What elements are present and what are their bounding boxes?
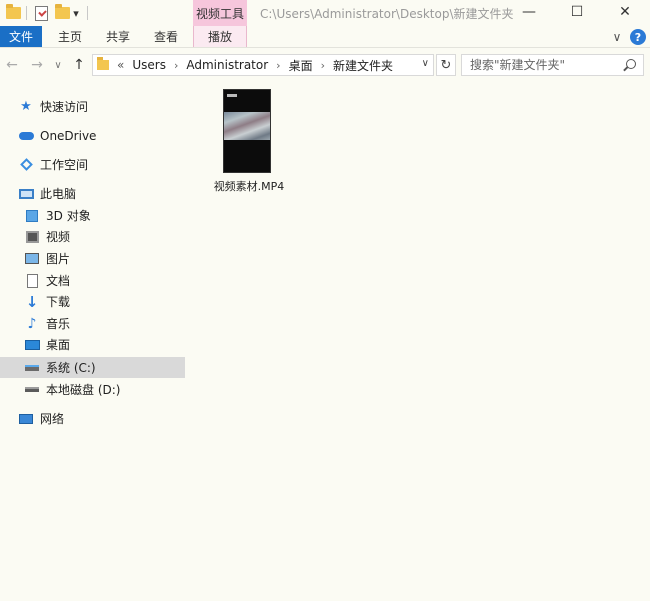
quick-access-separator: [87, 6, 88, 20]
nav-item-label: 系统 (C:): [46, 361, 96, 375]
nav-music[interactable]: ♪ 音乐: [0, 313, 185, 334]
properties-icon[interactable]: [31, 3, 51, 23]
breadcrumb-overflow[interactable]: «: [117, 58, 124, 72]
breadcrumb-new-folder[interactable]: 新建文件夹: [333, 57, 393, 74]
document-icon: [24, 273, 40, 288]
forward-button[interactable]: →: [28, 55, 46, 75]
minimize-button[interactable]: —: [505, 0, 553, 24]
nav-item-label: 视频: [46, 230, 71, 244]
nav-item-label: 本地磁盘 (D:): [46, 383, 121, 397]
search-input[interactable]: [470, 55, 620, 75]
refresh-button[interactable]: ↻: [436, 54, 456, 76]
nav-onedrive[interactable]: OneDrive: [0, 125, 185, 146]
nav-item-label: 音乐: [46, 317, 71, 331]
nav-item-label: 工作空间: [40, 158, 89, 172]
title-bar: ▾ 视频工具 C:\Users\Administrator\Desktop\新建…: [0, 0, 650, 26]
close-button[interactable]: ✕: [601, 0, 649, 24]
tab-home[interactable]: 主页: [50, 26, 90, 47]
nav-drive-d[interactable]: 本地磁盘 (D:): [0, 379, 185, 400]
nav-downloads[interactable]: ↓ 下载: [0, 291, 185, 312]
up-button[interactable]: ↑: [70, 55, 88, 75]
file-item-video[interactable]: 视频素材.MP4: [206, 88, 292, 198]
picture-icon: [24, 252, 40, 266]
address-row: ← → ∨ ↑ « Users › Administrator › 桌面 › 新…: [0, 52, 650, 78]
workspace-icon: [18, 158, 34, 172]
network-icon: [18, 412, 34, 426]
tab-view[interactable]: 查看: [146, 26, 186, 47]
file-name-label: 视频素材.MP4: [213, 180, 285, 193]
nav-item-label: 文档: [46, 274, 71, 288]
computer-icon: [18, 187, 34, 201]
nav-item-label: OneDrive: [40, 128, 97, 143]
nav-desktop[interactable]: 桌面: [0, 334, 185, 355]
nav-item-label: 3D 对象: [46, 209, 91, 223]
customize-quick-access-button[interactable]: ▾: [70, 3, 82, 23]
expand-ribbon-button[interactable]: ∨: [610, 26, 624, 47]
video-tools-tab-group: 视频工具: [193, 0, 247, 26]
nav-item-label: 下载: [46, 295, 71, 309]
address-dropdown-button[interactable]: ∨: [422, 58, 429, 69]
window-title: C:\Users\Administrator\Desktop\新建文件夹: [260, 7, 514, 21]
folder-icon: [3, 3, 23, 23]
tab-share[interactable]: 共享: [98, 26, 138, 47]
video-thumbnail-icon: [223, 89, 271, 173]
help-icon[interactable]: ?: [630, 29, 646, 45]
nav-videos[interactable]: 视频: [0, 226, 185, 247]
desktop-icon: [24, 338, 40, 352]
search-box[interactable]: [461, 54, 644, 76]
nav-3d-objects[interactable]: 3D 对象: [0, 205, 185, 226]
nav-item-label: 图片: [46, 252, 71, 266]
breadcrumb-users[interactable]: Users: [132, 58, 166, 72]
breadcrumb-administrator[interactable]: Administrator: [186, 58, 268, 72]
ribbon-tabs: 文件 主页 共享 查看 播放 ∨ ?: [0, 26, 650, 48]
back-button[interactable]: ←: [3, 55, 21, 75]
cloud-icon: [18, 129, 34, 143]
nav-item-label: 快速访问: [40, 100, 89, 114]
nav-quick-access[interactable]: ★ 快速访问: [0, 96, 185, 117]
nav-network[interactable]: 网络: [0, 408, 185, 429]
drive-icon: [24, 383, 40, 397]
nav-item-label: 网络: [40, 412, 65, 426]
drive-icon: [24, 361, 40, 375]
folder-icon: [97, 57, 109, 70]
nav-drive-c[interactable]: 系统 (C:): [0, 357, 185, 378]
recent-locations-button[interactable]: ∨: [52, 55, 64, 75]
breadcrumb-separator[interactable]: ›: [321, 59, 325, 72]
address-bar[interactable]: « Users › Administrator › 桌面 › 新建文件夹 ∨: [92, 54, 434, 76]
star-icon: ★: [20, 99, 32, 114]
nav-item-label: 此电脑: [40, 187, 77, 201]
tab-play[interactable]: 播放: [193, 26, 247, 47]
breadcrumb-separator[interactable]: ›: [174, 59, 178, 72]
nav-workspace[interactable]: 工作空间: [0, 154, 185, 175]
music-icon: ♪: [27, 315, 37, 332]
breadcrumb-desktop[interactable]: 桌面: [289, 57, 313, 74]
download-icon: ↓: [25, 292, 39, 311]
quick-access-separator: [26, 6, 27, 20]
nav-item-label: 桌面: [46, 338, 71, 352]
nav-pictures[interactable]: 图片: [0, 248, 185, 269]
navigation-pane: ★ 快速访问 OneDrive 工作空间 此电脑 3D 对象 视频 图片 文档 …: [0, 84, 185, 601]
new-folder-icon[interactable]: [52, 3, 72, 23]
tab-file[interactable]: 文件: [0, 26, 42, 47]
search-icon[interactable]: [626, 59, 636, 69]
video-icon: [24, 230, 40, 244]
cube-icon: [24, 209, 40, 223]
breadcrumb-separator[interactable]: ›: [276, 59, 280, 72]
nav-documents[interactable]: 文档: [0, 270, 185, 291]
maximize-button[interactable]: ☐: [553, 0, 601, 24]
nav-this-pc[interactable]: 此电脑: [0, 183, 185, 204]
